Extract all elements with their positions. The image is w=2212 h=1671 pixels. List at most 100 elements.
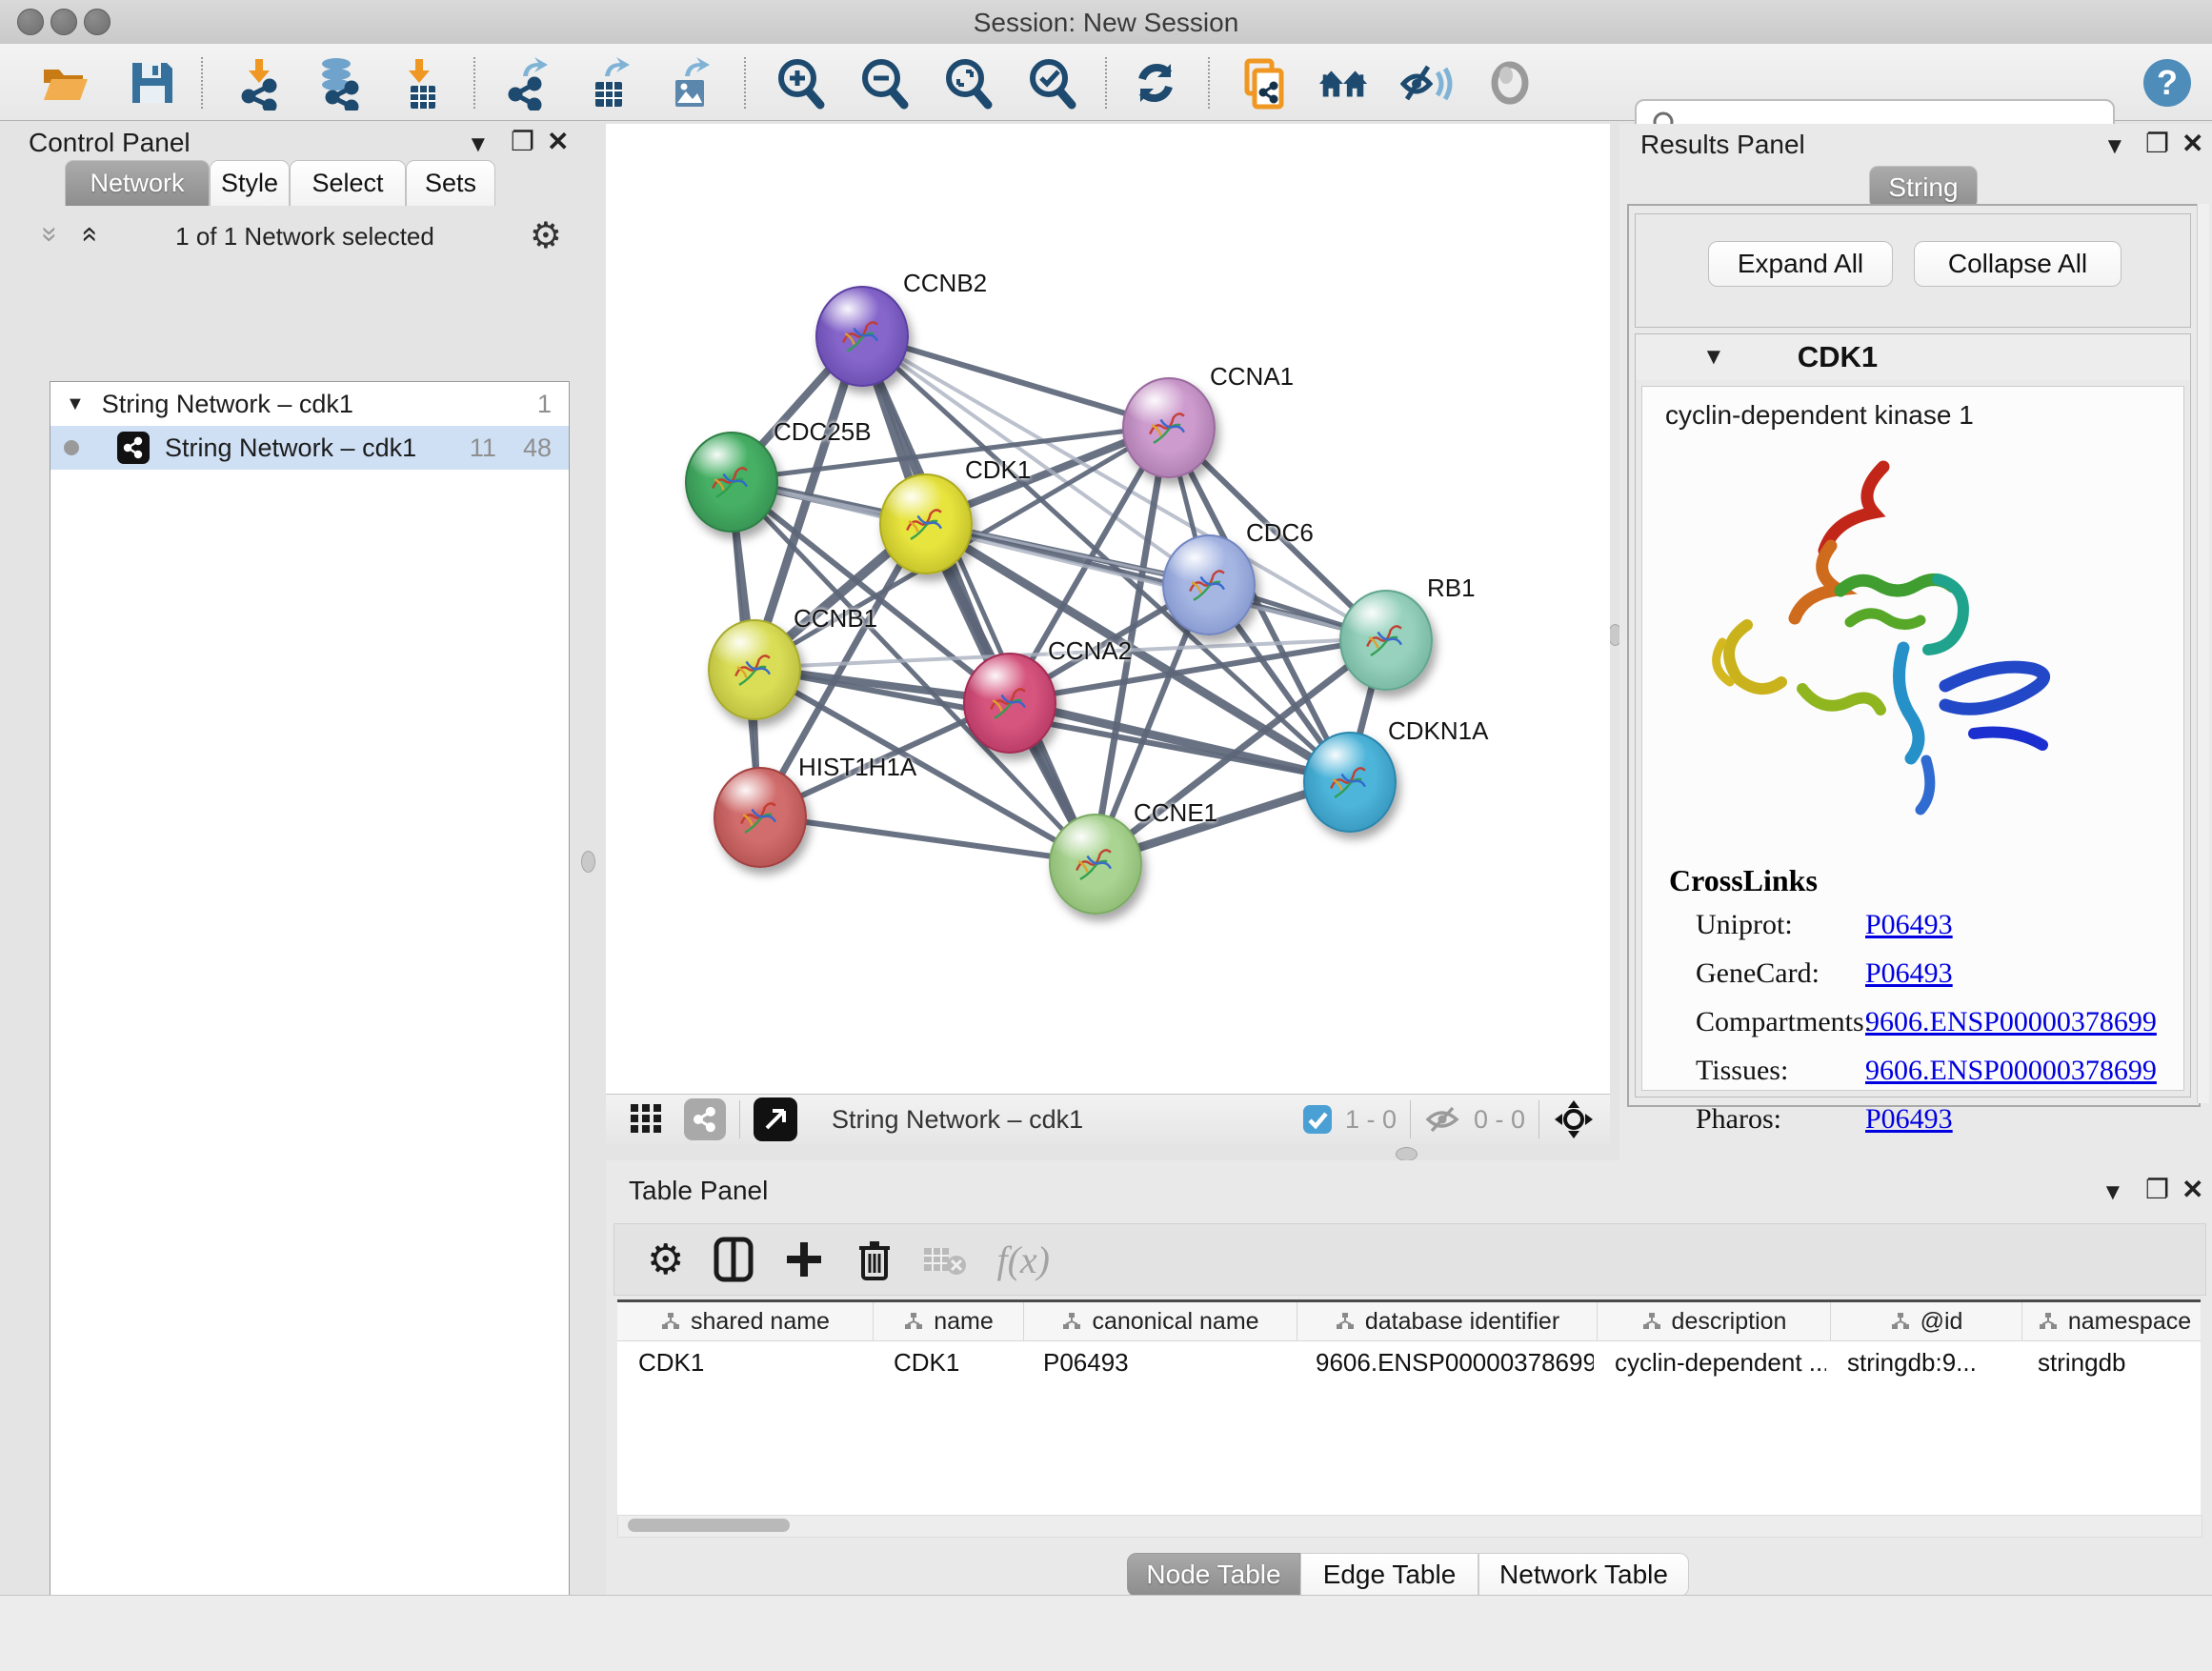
show-all-views-button[interactable]	[1316, 55, 1371, 111]
tab-style[interactable]: Style	[210, 160, 290, 206]
node-CDC25B[interactable]	[685, 432, 778, 533]
export-image-button[interactable]	[662, 55, 717, 111]
open-in-window-button[interactable]	[754, 1097, 797, 1141]
network-canvas[interactable]: CCNB2CCNA1CDC25BCDK1CDC6RB1CCNB1CCNA2CDK…	[606, 124, 1610, 1094]
gene-description: cyclin-dependent kinase 1	[1665, 400, 2183, 431]
zoom-in-button[interactable]	[773, 55, 828, 111]
cell-name[interactable]: CDK1	[873, 1348, 1022, 1378]
control-panel-tabs: NetworkStyleSelectSets	[65, 160, 495, 206]
delete-column-icon[interactable]	[855, 1237, 894, 1282]
column-header-database-identifier[interactable]: database identifier	[1297, 1302, 1598, 1340]
collapse-all-button[interactable]: Collapse All	[1914, 241, 2122, 287]
zoom-out-button[interactable]	[856, 55, 912, 111]
tab-string[interactable]: String	[1869, 166, 1978, 209]
node-CDKN1A[interactable]	[1303, 732, 1397, 833]
column-header-shared-name[interactable]: shared name	[617, 1302, 874, 1340]
export-table-button[interactable]	[582, 55, 637, 111]
network-collection-row[interactable]: ▼ String Network – cdk1 1	[50, 382, 569, 426]
results-panel-float-icon[interactable]: ❐	[2145, 128, 2169, 159]
crosslink-link[interactable]: P06493	[1865, 909, 1953, 941]
selected-checkbox-icon[interactable]	[1301, 1103, 1334, 1136]
vertical-splitter-handle[interactable]	[581, 851, 595, 873]
scrollbar-thumb[interactable]	[628, 1519, 790, 1532]
hidden-eye-icon[interactable]	[1424, 1103, 1462, 1136]
node-CDK1[interactable]	[879, 473, 973, 574]
cell-description[interactable]: cyclin-dependent ...	[1594, 1348, 1826, 1378]
show-columns-icon[interactable]	[713, 1236, 754, 1283]
tab-edge-table[interactable]: Edge Table	[1300, 1553, 1478, 1597]
results-scrollbar[interactable]	[2197, 204, 2209, 1103]
table-panel-float-icon[interactable]: ❐	[2145, 1174, 2169, 1205]
crosslink-link[interactable]: P06493	[1865, 1103, 1953, 1136]
tree-expander-icon[interactable]: ▼	[66, 393, 85, 415]
table-panel-close-icon[interactable]: ✕	[2182, 1174, 2203, 1205]
node-CCNE1[interactable]	[1049, 814, 1142, 915]
tab-node-table[interactable]: Node Table	[1127, 1553, 1300, 1597]
control-panel-float-icon[interactable]: ❐	[511, 126, 534, 157]
node-CDC6[interactable]	[1162, 534, 1256, 635]
cell-@id[interactable]: stringdb:9...	[1826, 1348, 2017, 1378]
table-row[interactable]: CDK1CDK1P064939606.ENSP00000378699cyclin…	[617, 1341, 2201, 1383]
table-panel-menu-icon[interactable]: ▼	[2101, 1179, 2124, 1206]
node-HIST1H1A[interactable]	[714, 767, 807, 868]
tab-network-table[interactable]: Network Table	[1478, 1553, 1689, 1597]
zoom-fit-icon	[940, 55, 995, 111]
export-network-button[interactable]	[502, 55, 557, 111]
results-panel-close-icon[interactable]: ✕	[2182, 128, 2203, 159]
crosslink-link[interactable]: 9606.ENSP00000378699	[1865, 1006, 2157, 1038]
results-panel-menu-icon[interactable]: ▼	[2103, 133, 2126, 160]
cell-canonical-name[interactable]: P06493	[1022, 1348, 1295, 1378]
hide-selected-button[interactable]	[1398, 55, 1453, 111]
column-header-namespace[interactable]: namespace	[2022, 1302, 2201, 1340]
crosslink-link[interactable]: 9606.ENSP00000378699	[1865, 1055, 2157, 1087]
tab-select[interactable]: Select	[290, 160, 406, 206]
column-header-canonical-name[interactable]: canonical name	[1024, 1302, 1297, 1340]
tab-network[interactable]: Network	[65, 160, 210, 206]
network-options-gear-icon[interactable]: ⚙	[530, 214, 562, 257]
table-horizontal-scrollbar[interactable]	[617, 1515, 2202, 1538]
open-session-button[interactable]	[37, 55, 92, 111]
import-table-button[interactable]	[392, 55, 447, 111]
add-column-icon[interactable]	[783, 1238, 825, 1280]
entry-expander-icon[interactable]: ▼	[1702, 344, 1725, 371]
node-CCNB2[interactable]	[815, 286, 909, 387]
node-CCNB1[interactable]	[708, 619, 801, 720]
column-header-@id[interactable]: @id	[1831, 1302, 2022, 1340]
gene-entry-header[interactable]: ▼ CDK1	[1636, 334, 2190, 380]
network-type-button[interactable]	[684, 1098, 726, 1140]
network-view-toolbar: String Network – cdk1 1 - 0 0 - 0	[606, 1094, 1610, 1144]
horizontal-splitter-handle[interactable]	[1396, 1147, 1418, 1161]
network-tree: ▼ String Network – cdk1 1 String Network…	[50, 381, 570, 1671]
crosslink-link[interactable]: P06493	[1865, 957, 1953, 990]
node-CCNA1[interactable]	[1122, 377, 1216, 478]
cell-namespace[interactable]: stringdb	[2017, 1348, 2201, 1378]
refresh-button[interactable]	[1128, 55, 1183, 111]
crosslink-row: Compartments:9606.ENSP00000378699	[1696, 1006, 2172, 1038]
control-panel-close-icon[interactable]: ✕	[547, 126, 569, 157]
node-CCNA2[interactable]	[963, 653, 1056, 754]
column-header-name[interactable]: name	[874, 1302, 1024, 1340]
protein-thumbnail	[1357, 611, 1413, 670]
show-eye-button[interactable]	[1482, 55, 1538, 111]
network-row[interactable]: String Network – cdk1 11 48	[50, 426, 569, 470]
import-network-database-button[interactable]	[312, 55, 367, 111]
birds-eye-view-button[interactable]	[627, 1098, 665, 1141]
clear-table-icon[interactable]	[922, 1242, 968, 1277]
node-RB1[interactable]	[1339, 590, 1433, 691]
expand-all-button[interactable]: Expand All	[1708, 241, 1893, 287]
tab-sets[interactable]: Sets	[406, 160, 495, 206]
cell-shared-name[interactable]: CDK1	[617, 1348, 873, 1378]
function-builder-icon[interactable]: f(x)	[996, 1238, 1050, 1282]
table-settings-gear-icon[interactable]: ⚙	[647, 1236, 684, 1284]
control-panel-menu-icon[interactable]: ▼	[467, 131, 490, 158]
import-network-file-button[interactable]	[231, 55, 287, 111]
cell-database-identifier[interactable]: 9606.ENSP00000378699	[1295, 1348, 1594, 1378]
zoom-fit-button[interactable]	[940, 55, 995, 111]
save-session-button[interactable]	[125, 55, 180, 111]
refresh-icon	[1129, 56, 1182, 110]
copy-style-button[interactable]	[1236, 55, 1291, 111]
fit-content-crosshair-icon[interactable]	[1553, 1098, 1595, 1140]
zoom-selected-button[interactable]	[1024, 55, 1079, 111]
column-header-description[interactable]: description	[1598, 1302, 1831, 1340]
help-button[interactable]: ?	[2140, 55, 2195, 111]
